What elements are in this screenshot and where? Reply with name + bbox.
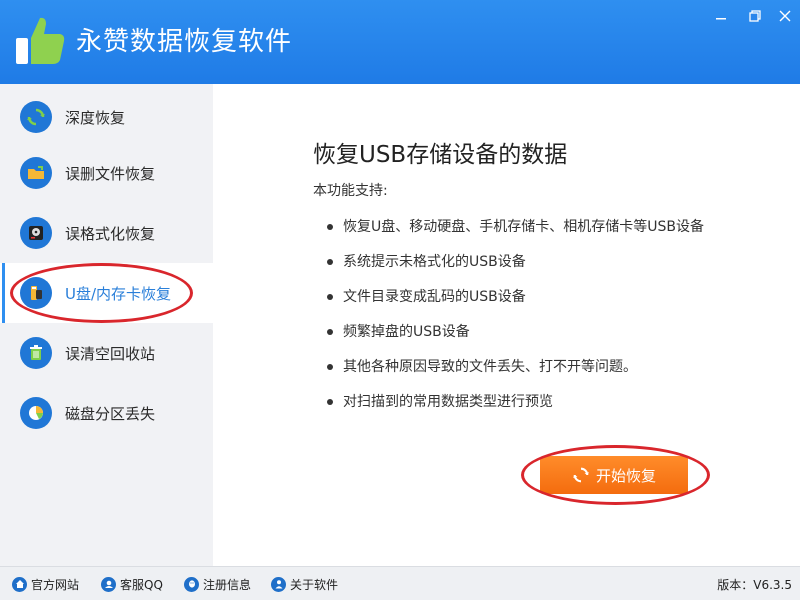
footer-link-label: 官方网站	[31, 577, 80, 592]
sidebar-item-recycle-bin[interactable]: 误清空回收站	[0, 323, 213, 383]
footer-link-label: 注册信息	[203, 577, 252, 592]
sidebar-item-label: 深度恢复	[65, 108, 126, 127]
sidebar-item-deep-recovery[interactable]: 深度恢复	[0, 87, 213, 147]
footer-link-about[interactable]: 关于软件	[271, 567, 338, 600]
home-icon	[12, 576, 27, 592]
main-panel: 恢复USB存储设备的数据 本功能支持: 恢复U盘、移动硬盘、手机存储卡、相机存储…	[213, 84, 800, 566]
version-label: 版本：V6.3.5	[717, 577, 792, 592]
start-recovery-button[interactable]: 开始恢复	[540, 456, 688, 494]
page-title: 恢复USB存储设备的数据	[313, 142, 568, 168]
list-item: 恢复U盘、移动硬盘、手机存储卡、相机存储卡等USB设备	[325, 212, 704, 247]
list-item: 频繁掉盘的USB设备	[325, 317, 704, 352]
sidebar-item-partition-lost[interactable]: 磁盘分区丢失	[0, 383, 213, 443]
footer-link-label: 客服QQ	[120, 577, 163, 592]
sidebar-item-label: U盘/内存卡恢复	[65, 284, 172, 303]
sidebar-item-label: 磁盘分区丢失	[65, 404, 156, 423]
footer-link-website[interactable]: 官方网站	[12, 567, 79, 600]
status-bar: 官方网站 客服QQ 注册信息 关于软件 版本：V6.3.5	[0, 566, 800, 600]
maximize-icon	[749, 10, 761, 22]
maximize-button[interactable]	[742, 6, 768, 26]
close-icon	[779, 10, 791, 22]
disk-icon	[20, 217, 52, 249]
footer-link-support-qq[interactable]: 客服QQ	[101, 567, 163, 600]
footer-link-registration[interactable]: 注册信息	[184, 567, 251, 600]
support-label: 本功能支持:	[313, 183, 388, 199]
start-recovery-label: 开始恢复	[595, 466, 656, 485]
app-title: 永赞数据恢复软件	[76, 27, 293, 57]
recycle-bin-icon	[20, 337, 52, 369]
refresh-icon	[20, 101, 52, 133]
footer-link-label: 关于软件	[290, 577, 339, 592]
list-item: 文件目录变成乱码的USB设备	[325, 282, 704, 317]
minimize-icon	[716, 18, 726, 20]
sidebar: 深度恢复 误删文件恢复 误格式化恢复 U盘/内存卡恢复 误清空回收站 磁盘分区丢…	[0, 84, 213, 566]
sidebar-item-label: 误格式化恢复	[65, 224, 156, 243]
close-button[interactable]	[772, 6, 798, 26]
list-item: 其他各种原因导致的文件丢失、打不开等问题。	[325, 352, 704, 387]
support-icon	[101, 576, 116, 592]
person-icon	[271, 576, 286, 592]
sidebar-item-label: 误清空回收站	[65, 344, 156, 363]
sidebar-item-usb-card[interactable]: U盘/内存卡恢复	[0, 263, 213, 323]
feature-list: 恢复U盘、移动硬盘、手机存储卡、相机存储卡等USB设备 系统提示未格式化的USB…	[325, 212, 704, 422]
pie-chart-icon	[20, 397, 52, 429]
folder-icon	[20, 157, 52, 189]
refresh-icon	[572, 467, 590, 483]
title-bar: 永赞数据恢复软件	[0, 0, 800, 84]
list-item: 对扫描到的常用数据类型进行预览	[325, 387, 704, 422]
qq-icon	[184, 576, 199, 592]
list-item: 系统提示未格式化的USB设备	[325, 247, 704, 282]
usb-card-icon	[20, 277, 52, 309]
sidebar-item-label: 误删文件恢复	[65, 164, 156, 183]
minimize-button[interactable]	[708, 6, 734, 26]
sidebar-item-format-recovery[interactable]: 误格式化恢复	[0, 203, 213, 263]
sidebar-item-deleted-files[interactable]: 误删文件恢复	[0, 143, 213, 203]
thumbs-up-icon	[16, 17, 65, 64]
